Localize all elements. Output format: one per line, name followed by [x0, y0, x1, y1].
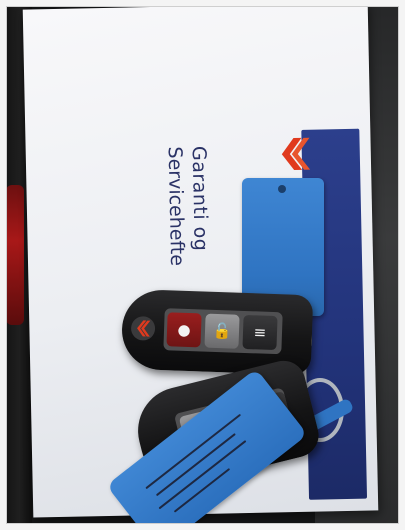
panic-icon: ●	[177, 320, 191, 340]
panic-button: ●	[166, 312, 202, 348]
key-button-panel: ● 🔓 ≡	[163, 308, 283, 355]
photo-scene: Garanti og Servicehefte ● 🔓 ≡ 🔓 🔒 ≡	[0, 0, 405, 530]
booklet-title-line2: Servicehefte	[163, 146, 189, 267]
lock-icon: ≡	[253, 323, 267, 342]
suzuki-emblem-icon	[131, 316, 156, 341]
tag-hole	[278, 185, 286, 193]
lock-button: ≡	[242, 314, 278, 351]
booklet-title-line1: Garanti og	[187, 145, 212, 252]
unlock-button: 🔓	[204, 313, 240, 349]
unlock-icon: 🔓	[212, 321, 232, 341]
seat-red-trim	[6, 185, 24, 325]
suzuki-logo-icon	[281, 137, 311, 171]
